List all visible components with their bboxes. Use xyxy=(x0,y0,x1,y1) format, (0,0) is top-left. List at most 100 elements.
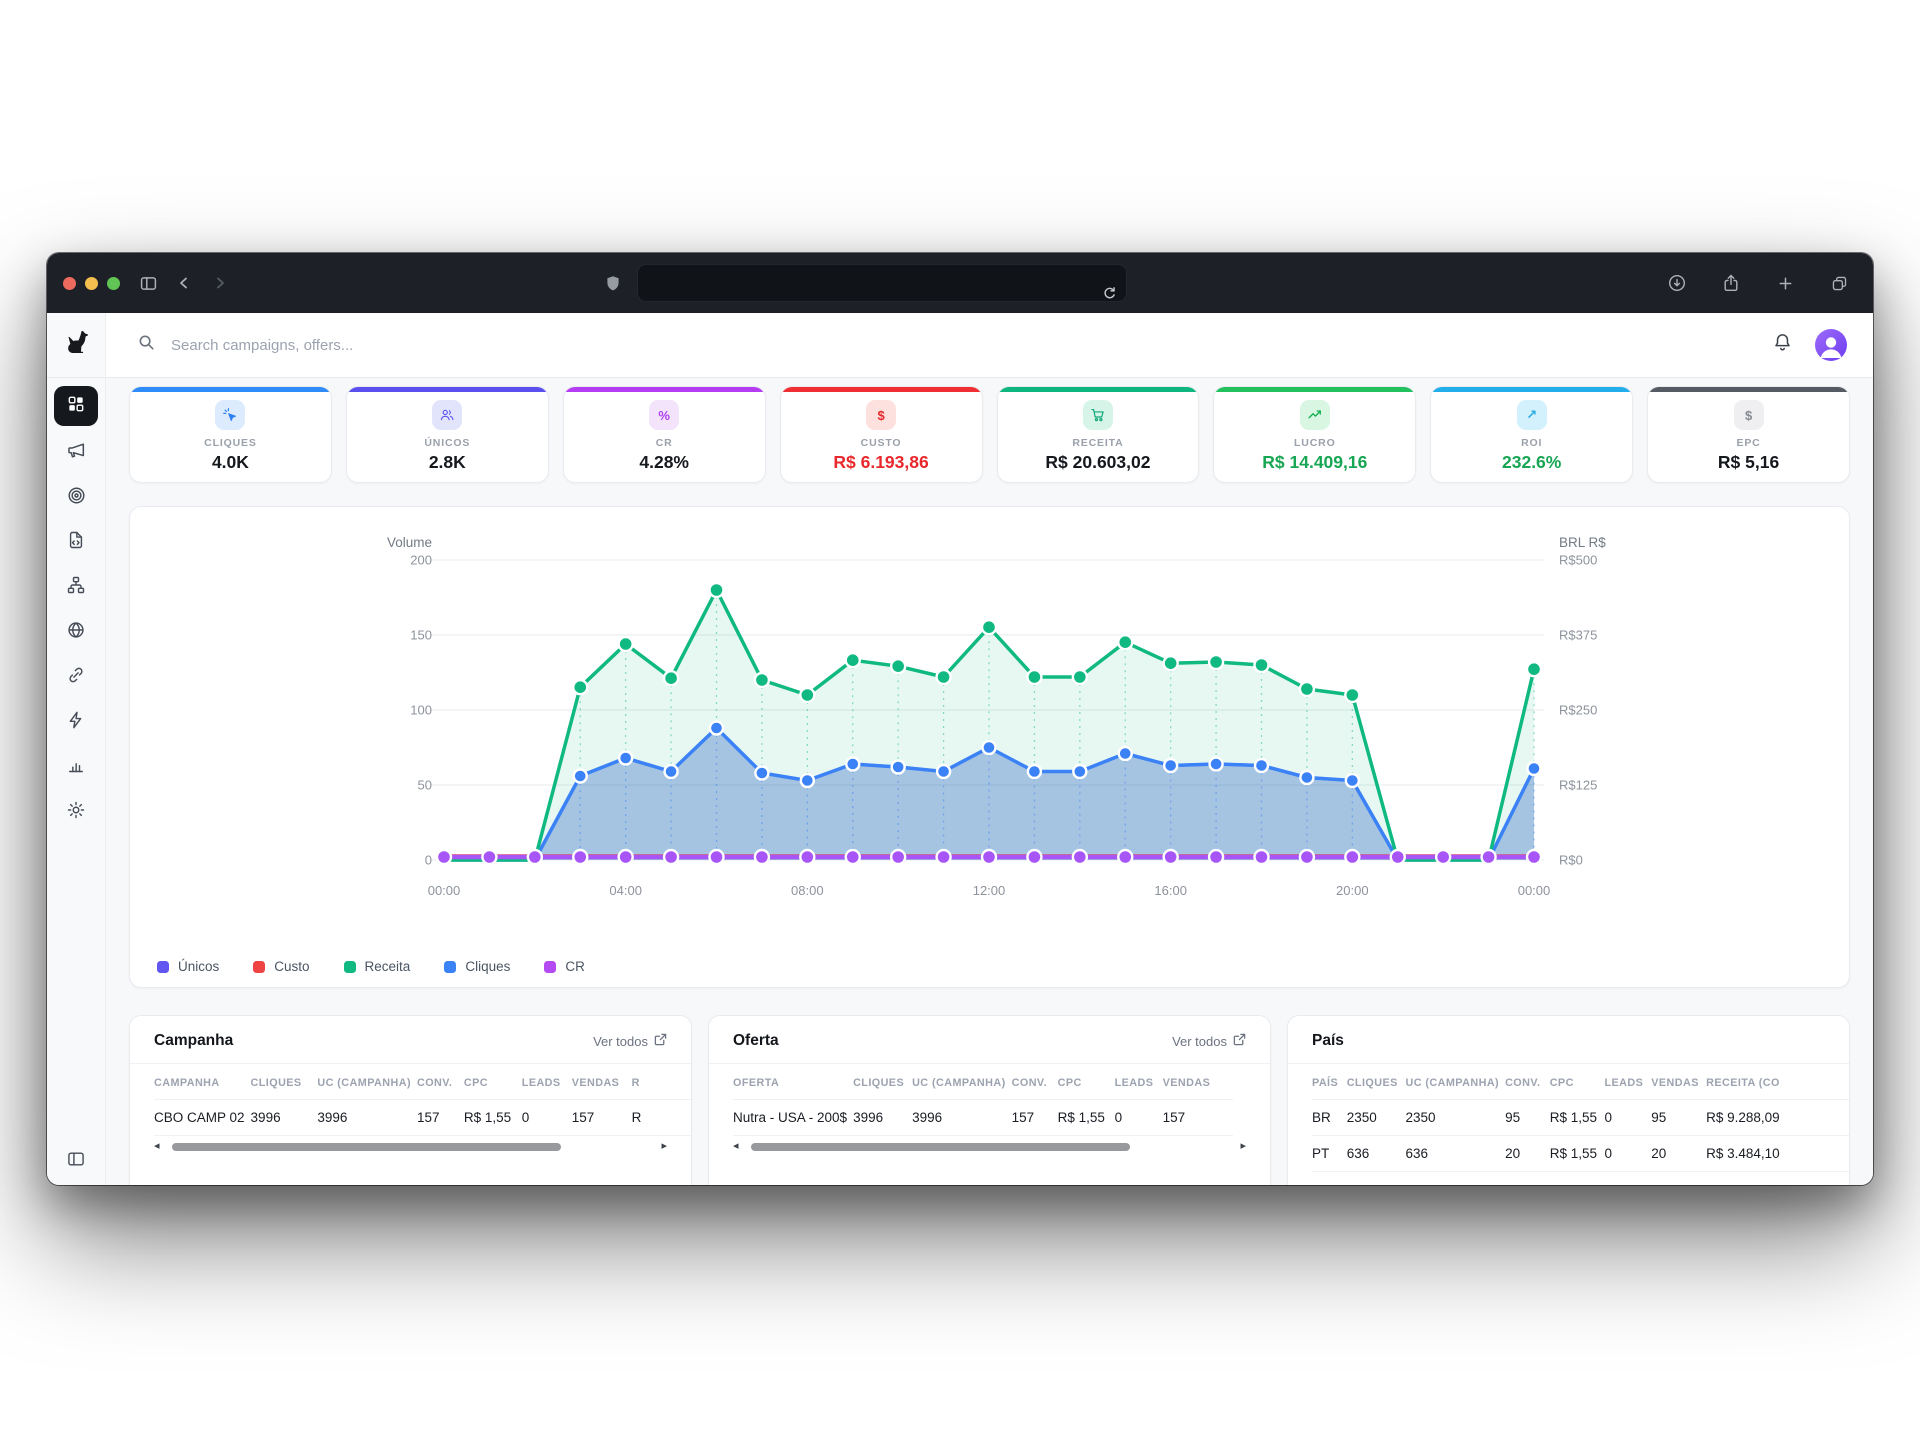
table-cell: R$ 1,55 xyxy=(1058,1100,1115,1136)
scrollbar-track[interactable] xyxy=(168,1143,654,1151)
external-link-icon xyxy=(1233,1033,1246,1049)
ver-todos-link[interactable]: Ver todos xyxy=(593,1033,667,1049)
dollar-icon: $ xyxy=(1734,400,1764,430)
kpi-card-lucro: LUCRO R$ 14.409,16 xyxy=(1213,386,1416,483)
browser-titlebar xyxy=(47,253,1873,313)
chart-card: 0R$050R$125100R$250150R$375200R$500Volum… xyxy=(129,506,1850,988)
sidebar-item-link[interactable] xyxy=(54,655,98,700)
legend-swatch xyxy=(544,961,556,973)
column-header: LEADS xyxy=(1115,1064,1163,1100)
kpi-label: CR xyxy=(656,437,673,449)
kpi-value: R$ 14.409,16 xyxy=(1262,452,1367,473)
shield-icon[interactable] xyxy=(599,269,627,297)
url-input[interactable] xyxy=(637,264,1127,302)
share-icon[interactable] xyxy=(1717,269,1745,297)
zoom-button[interactable] xyxy=(107,277,120,290)
column-header: VENDAS xyxy=(572,1064,632,1100)
horizontal-scrollbar: ◂ ▸ xyxy=(154,1141,667,1152)
sidebar-item-bolt[interactable] xyxy=(54,700,98,745)
svg-text:100: 100 xyxy=(410,703,432,718)
column-header: CLIQUES xyxy=(853,1064,912,1100)
table-cell: 636 xyxy=(1347,1136,1406,1172)
back-icon[interactable] xyxy=(170,269,198,297)
legend-label: Únicos xyxy=(178,959,219,974)
sidebar-item-gear[interactable] xyxy=(54,790,98,835)
scroll-left-icon[interactable]: ◂ xyxy=(733,1141,739,1152)
column-header: UC (CAMPANHA) xyxy=(912,1064,1012,1100)
search-input[interactable] xyxy=(169,336,593,355)
table-cell: 20 xyxy=(1505,1136,1550,1172)
dog-logo-icon xyxy=(62,328,91,362)
forward-icon[interactable] xyxy=(206,269,234,297)
table-cell: 3996 xyxy=(912,1100,1012,1136)
table-cell: 636 xyxy=(1406,1136,1506,1172)
sidebar-item-sitemap[interactable] xyxy=(54,565,98,610)
scroll-left-icon[interactable]: ◂ xyxy=(154,1141,160,1152)
ver-todos-link[interactable]: Ver todos xyxy=(1172,1033,1246,1049)
column-header: R xyxy=(632,1064,691,1100)
kpi-value: R$ 6.193,86 xyxy=(833,452,928,473)
table-cell: R$ 1,55 xyxy=(464,1100,522,1136)
scrollbar-thumb[interactable] xyxy=(751,1143,1130,1151)
svg-text:150: 150 xyxy=(410,628,432,643)
minimize-button[interactable] xyxy=(85,277,98,290)
tab-overview-icon[interactable] xyxy=(1825,269,1853,297)
scroll-right-icon[interactable]: ▸ xyxy=(661,1141,667,1152)
kpi-accent-bar xyxy=(1648,387,1849,392)
bar-chart-icon xyxy=(66,755,86,780)
cart-icon xyxy=(1083,400,1113,430)
sidebar-item-megaphone[interactable] xyxy=(54,430,98,475)
kpi-accent-bar xyxy=(1431,387,1632,392)
close-button[interactable] xyxy=(63,277,76,290)
legend-label: Custo xyxy=(274,959,309,974)
kpi-card-únicos: ÚNICOS 2.8K xyxy=(346,386,549,483)
sidebar-item-dashboard[interactable] xyxy=(54,386,98,426)
legend-item-únicos[interactable]: Únicos xyxy=(157,959,219,974)
downloads-icon[interactable] xyxy=(1663,269,1691,297)
dollar-icon: $ xyxy=(866,400,896,430)
scroll-right-icon[interactable]: ▸ xyxy=(1240,1141,1246,1152)
sidebar-collapse-button[interactable] xyxy=(66,1149,86,1174)
data-table: OFERTACLIQUESUC (CAMPANHA)CONV.CPCLEADSV… xyxy=(733,1064,1233,1136)
bell-icon[interactable] xyxy=(1772,332,1793,358)
table-cell: 157 xyxy=(417,1100,464,1136)
kpi-accent-bar xyxy=(130,387,331,392)
kpi-label: LUCRO xyxy=(1294,437,1336,449)
app-logo[interactable] xyxy=(47,313,106,377)
table-cell: R$ 1,55 xyxy=(1550,1136,1605,1172)
table-card-campanha: CampanhaVer todosCAMPANHACLIQUESUC (CAMP… xyxy=(129,1015,692,1185)
sidebar-item-target[interactable] xyxy=(54,475,98,520)
table-cell: 2350 xyxy=(1406,1100,1506,1136)
legend-item-cr[interactable]: CR xyxy=(544,959,585,974)
legend-item-cliques[interactable]: Cliques xyxy=(444,959,510,974)
legend-item-receita[interactable]: Receita xyxy=(344,959,411,974)
link-icon xyxy=(66,665,86,690)
column-header: CAMPANHA xyxy=(154,1064,251,1100)
sidebar-item-globe[interactable] xyxy=(54,610,98,655)
column-header: UC (CAMPANHA) xyxy=(317,1064,417,1100)
table-cell: R xyxy=(632,1100,691,1136)
svg-text:R$375: R$375 xyxy=(1559,628,1597,643)
bolt-icon xyxy=(66,710,86,735)
table-cell: 157 xyxy=(1163,1100,1233,1136)
people-icon xyxy=(432,400,462,430)
legend-label: Receita xyxy=(365,959,411,974)
svg-text:0: 0 xyxy=(425,853,432,868)
sidebar-item-bar-chart[interactable] xyxy=(54,745,98,790)
kpi-row: CLIQUES 4.0K ÚNICOS 2.8K % CR 4.28% $ CU… xyxy=(129,386,1850,483)
scrollbar-thumb[interactable] xyxy=(172,1143,561,1151)
new-tab-icon[interactable] xyxy=(1771,269,1799,297)
legend-item-custo[interactable]: Custo xyxy=(253,959,309,974)
scrollbar-track[interactable] xyxy=(747,1143,1233,1151)
sidebar-toggle-icon[interactable] xyxy=(134,269,162,297)
table-cell: 2350 xyxy=(1347,1100,1406,1136)
traffic-lights xyxy=(63,277,120,290)
table-cell: Nutra - USA - 200$ xyxy=(733,1100,853,1136)
avatar[interactable] xyxy=(1815,329,1847,361)
sidebar-item-file-code[interactable] xyxy=(54,520,98,565)
column-header: CLIQUES xyxy=(1347,1064,1406,1100)
app-header xyxy=(47,313,1873,378)
refresh-icon[interactable] xyxy=(1102,286,1117,306)
ver-todos-label: Ver todos xyxy=(1172,1034,1227,1049)
kpi-value: 2.8K xyxy=(429,452,466,473)
